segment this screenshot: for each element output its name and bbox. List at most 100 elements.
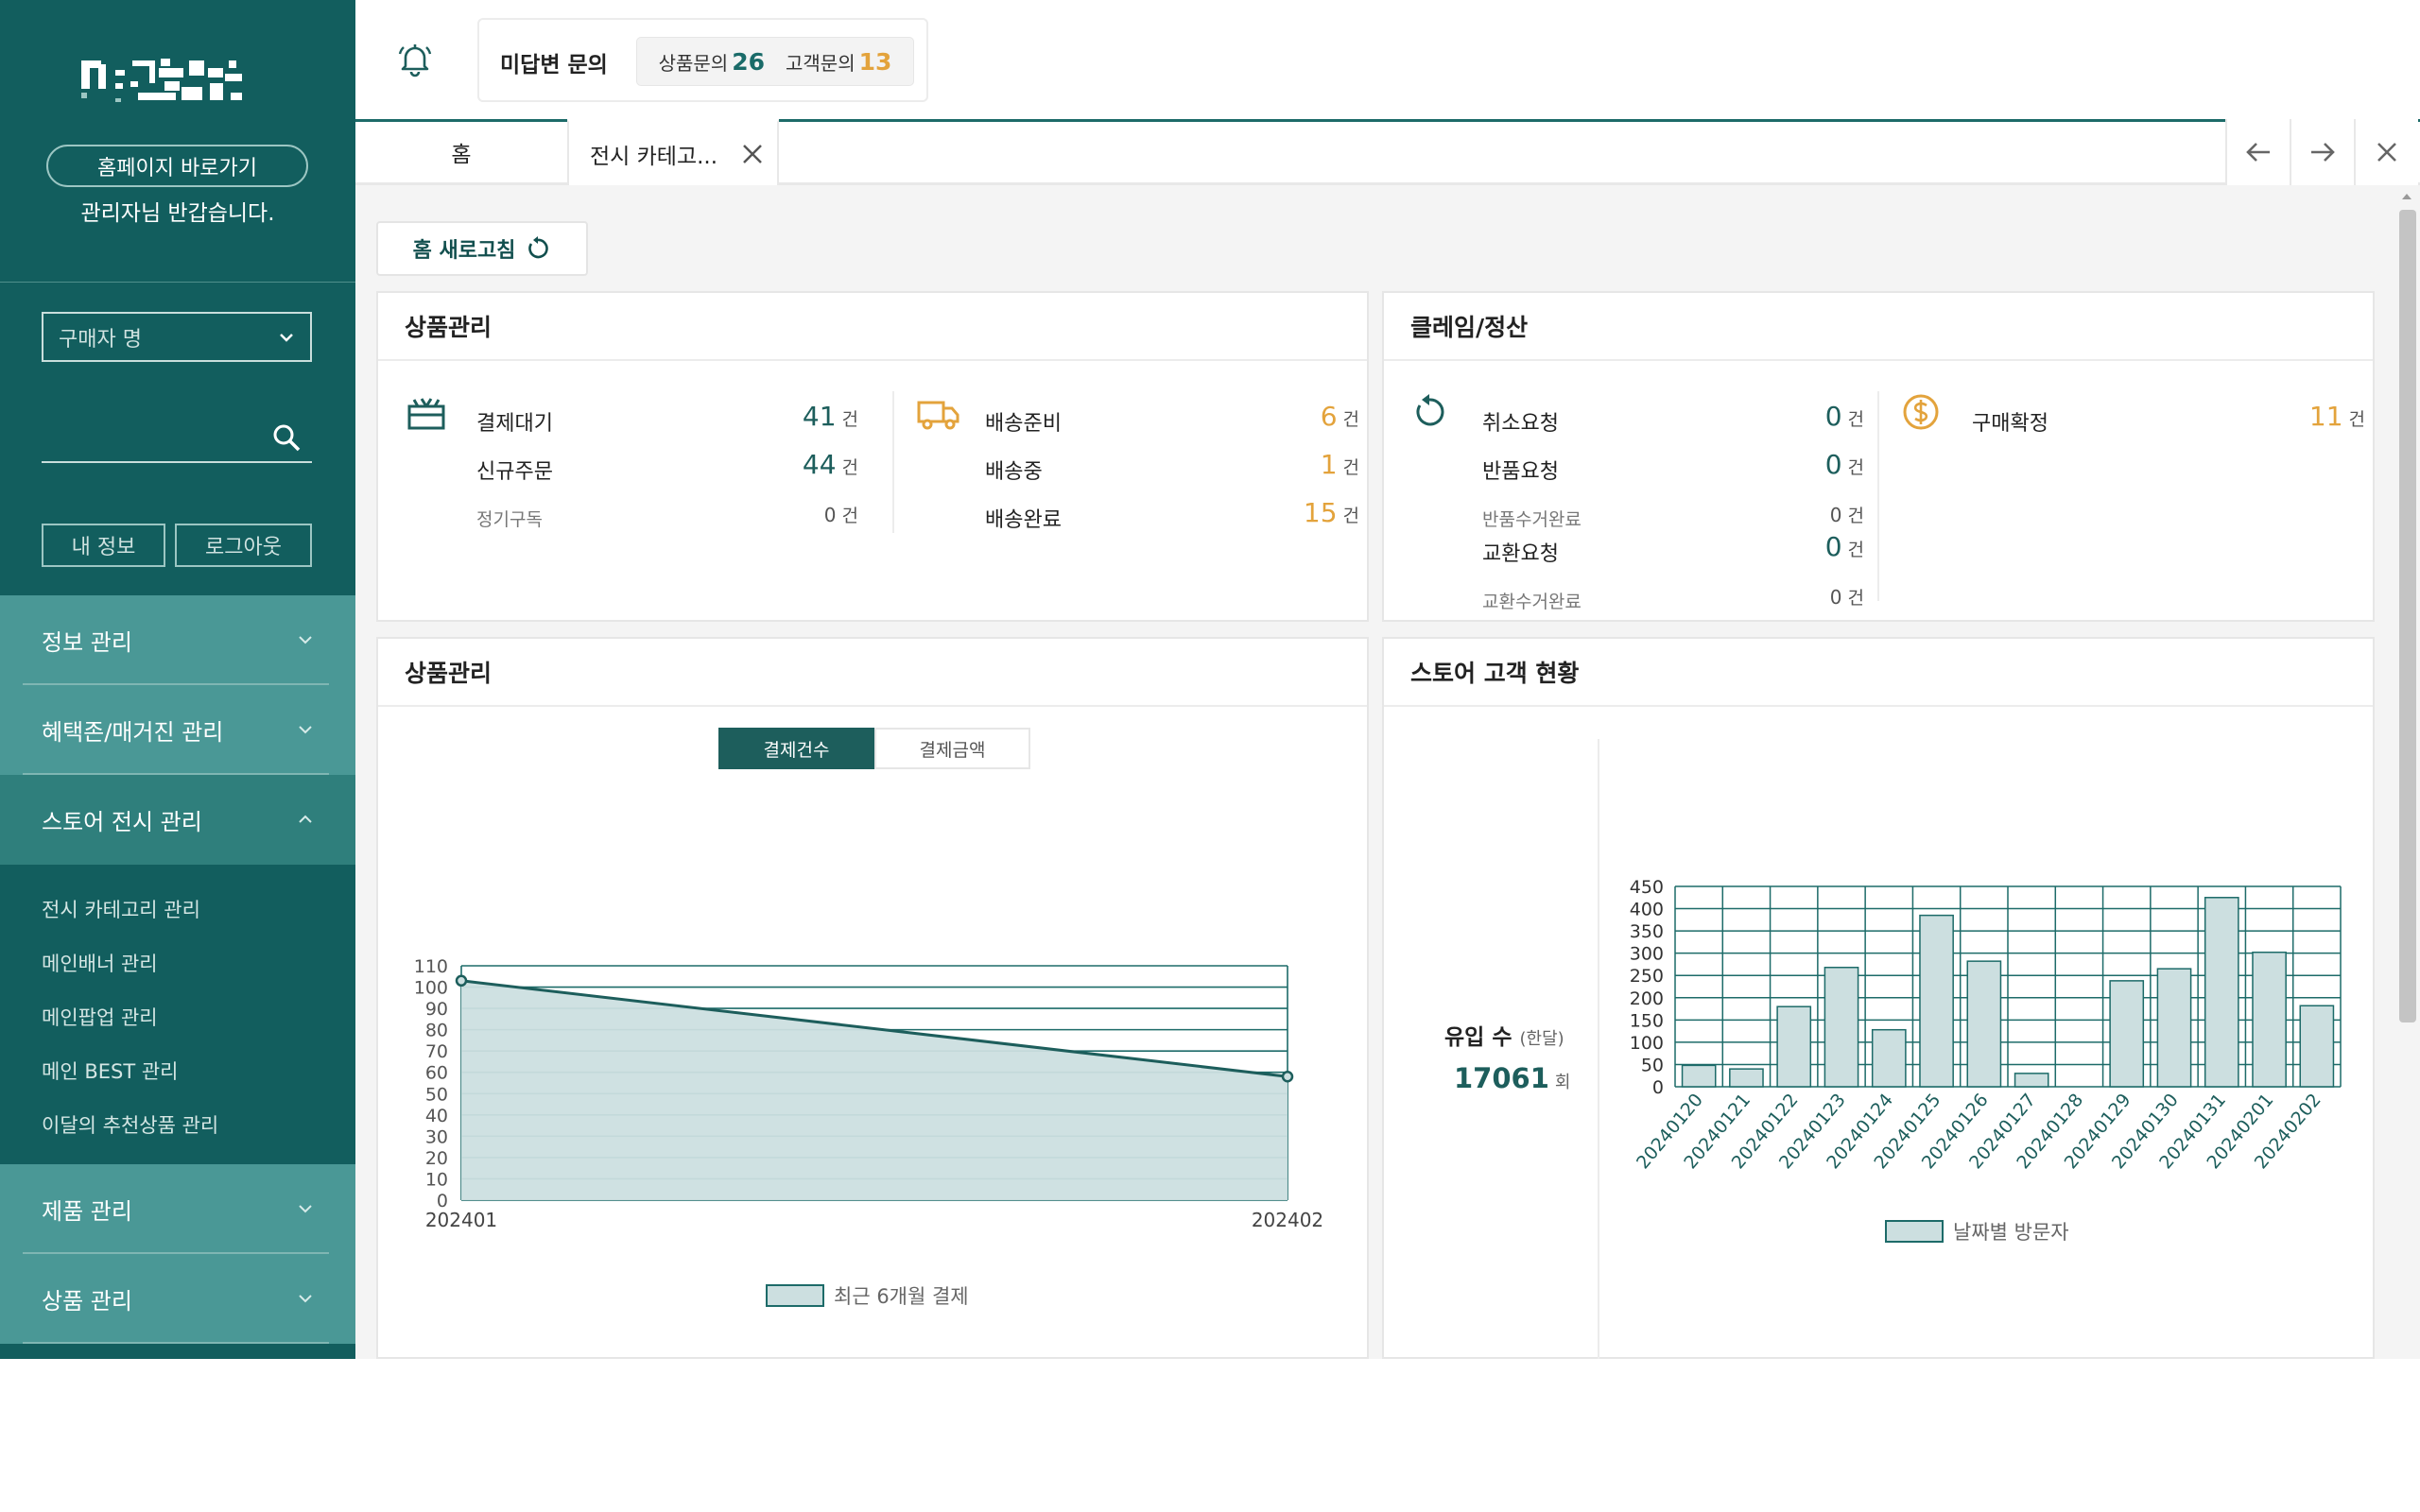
menu-label: 정보 관리	[42, 629, 132, 656]
store-display-submenu: 전시 카테고리 관리 메인배너 관리 메인팝업 관리 메인 BEST 관리 이달…	[0, 865, 355, 1164]
menu-store-display[interactable]: 스토어 전시 관리	[0, 775, 355, 865]
refresh-label: 홈 새로고침	[412, 239, 516, 263]
logout-button[interactable]: 로그아웃	[175, 524, 312, 567]
menu-benefit-magazine[interactable]: 혜택존/매거진 관리	[0, 685, 355, 775]
new-order-count: 44	[802, 449, 837, 480]
product-stats-card: 상품관리 결제대기 41 건 신규주문 44 건 정기구독 0건 배송준비 6건 배…	[376, 291, 1369, 622]
menu-product-management[interactable]: 제품 관리	[0, 1164, 355, 1254]
chevron-down-icon	[299, 636, 312, 644]
menu-label: 상품 관리	[42, 1288, 132, 1314]
bar	[2299, 1005, 2335, 1088]
bar	[1871, 1028, 1907, 1088]
return-request-stat[interactable]: 0건	[1762, 449, 1864, 480]
subscription-label: 정기구독	[476, 509, 543, 530]
subscription-stat[interactable]: 0건	[756, 502, 858, 527]
scrollbar-thumb[interactable]	[2399, 210, 2416, 1022]
submenu-main-banner[interactable]: 메인배너 관리	[0, 936, 355, 989]
sidebar-divider	[0, 282, 355, 283]
brand-logo[interactable]	[78, 55, 278, 123]
y-tick-label: 90	[425, 999, 448, 1020]
purchase-confirmed-label: 구매확정	[1972, 412, 2048, 436]
exchange-request-label: 교환요청	[1482, 542, 1559, 566]
return-collected-count: 0	[1829, 504, 1842, 526]
y-tick-label: 400	[1630, 900, 1664, 920]
menu-label: 스토어 전시 관리	[42, 809, 202, 835]
dollar-coin-icon	[1903, 394, 1939, 430]
close-icon	[2377, 143, 2396, 162]
bar	[1966, 960, 2002, 1088]
chevron-up-icon	[299, 815, 312, 823]
close-icon[interactable]	[741, 143, 764, 165]
bar	[1824, 966, 1859, 1088]
y-tick-label: 60	[425, 1063, 448, 1084]
delivered-stat[interactable]: 15 건	[1257, 497, 1359, 528]
exchange-collected-stat[interactable]: 0건	[1762, 584, 1864, 610]
legend-swatch	[766, 1284, 824, 1307]
submenu-main-popup[interactable]: 메인팝업 관리	[0, 989, 355, 1043]
search-input[interactable]	[42, 461, 312, 463]
homepage-link-button[interactable]: 홈페이지 바로가기	[46, 145, 308, 187]
card-title: 상품관리	[378, 293, 1367, 361]
payment-area-chart: 0102030405060708090100110202401 202402	[414, 956, 1323, 1231]
arrow-right-icon	[2311, 143, 2335, 162]
bar	[2204, 897, 2239, 1088]
exchange-request-stat[interactable]: 0건	[1762, 531, 1864, 562]
gift-icon	[407, 398, 445, 430]
legend-swatch	[1885, 1220, 1944, 1243]
submenu-main-best[interactable]: 메인 BEST 관리	[0, 1043, 355, 1097]
store-visitors-card: 스토어 고객 현황 유입 수 (한달) 17061 회 0 50 100 150 200 2…	[1382, 637, 2375, 1359]
y-tick-label: 0	[1652, 1077, 1664, 1098]
tab-bar: 홈 전시 카테고...	[355, 119, 2420, 185]
y-tick-label: 100	[1630, 1033, 1664, 1054]
y-tick-label: 70	[425, 1041, 448, 1062]
data-point	[1281, 1070, 1294, 1083]
customer-inquiry-count: 13	[858, 47, 892, 76]
home-refresh-button[interactable]: 홈 새로고침	[376, 221, 588, 276]
search-icon[interactable]	[270, 421, 302, 454]
scroll-up-icon[interactable]	[2401, 191, 2412, 202]
visitors-bar-chart: 0501001502002503003504004502024012020240…	[1630, 877, 2342, 1173]
bar	[1681, 1064, 1717, 1088]
shipping-stat[interactable]: 1건	[1257, 449, 1359, 480]
undo-icon	[1416, 394, 1444, 426]
close-all-tabs-button[interactable]	[2354, 119, 2418, 185]
payment-chart-legend: 최근 6개월 결제	[766, 1281, 969, 1310]
tab-next-button[interactable]	[2290, 119, 2354, 185]
y-tick-label: 100	[414, 978, 448, 999]
bar	[2014, 1073, 2049, 1088]
menu-goods-management[interactable]: 상품 관리	[0, 1254, 355, 1344]
bar	[1729, 1068, 1764, 1088]
bar	[1776, 1005, 1812, 1088]
y-tick-label: 50	[1641, 1055, 1664, 1075]
pending-payment-stat[interactable]: 41 건	[756, 401, 858, 432]
arrow-left-icon	[2246, 143, 2270, 162]
tab-home[interactable]: 홈	[355, 122, 567, 182]
new-order-stat[interactable]: 44 건	[756, 449, 858, 480]
x-tick-label: 202401	[425, 1209, 497, 1231]
bell-icon[interactable]	[395, 40, 435, 79]
visitors-chart-legend: 날짜별 방문자	[1885, 1217, 2069, 1246]
y-tick-label: 250	[1630, 966, 1664, 987]
refresh-icon	[528, 236, 549, 259]
submenu-monthly-recommend[interactable]: 이달의 추천상품 관리	[0, 1097, 355, 1151]
main-content: 홈 새로고침 상품관리 결제대기 41건 신규주문 44건 정기구독 0건	[355, 185, 2397, 1359]
sidebar: 홈페이지 바로가기 관리자님 반갑습니다. 구매자 명 내 정보 로그아웃 정보…	[0, 0, 355, 1359]
delivered-count: 15	[1303, 497, 1338, 528]
cancel-request-stat[interactable]: 0건	[1762, 401, 1864, 432]
purchase-confirmed-stat[interactable]: 11 건	[2263, 401, 2365, 432]
inquiry-counts[interactable]: 상품문의 26 고객문의 13	[636, 37, 914, 86]
preparing-shipment-stat[interactable]: 6건	[1257, 401, 1359, 432]
shipping-label: 배송중	[985, 460, 1043, 484]
my-info-button[interactable]: 내 정보	[42, 524, 165, 567]
y-tick-label: 20	[425, 1148, 448, 1169]
legend-label: 날짜별 방문자	[1953, 1221, 2069, 1244]
menu-info-management[interactable]: 정보 관리	[0, 595, 355, 685]
cancel-request-label: 취소요청	[1482, 412, 1559, 436]
menu-label: 제품 관리	[42, 1198, 132, 1225]
unanswered-title: 미답변 문의	[500, 53, 608, 77]
tab-prev-button[interactable]	[2225, 119, 2290, 185]
buyer-name-select[interactable]: 구매자 명	[42, 312, 312, 362]
return-collected-stat[interactable]: 0건	[1762, 502, 1864, 527]
chevron-down-icon	[280, 333, 293, 342]
submenu-display-category[interactable]: 전시 카테고리 관리	[0, 882, 355, 936]
